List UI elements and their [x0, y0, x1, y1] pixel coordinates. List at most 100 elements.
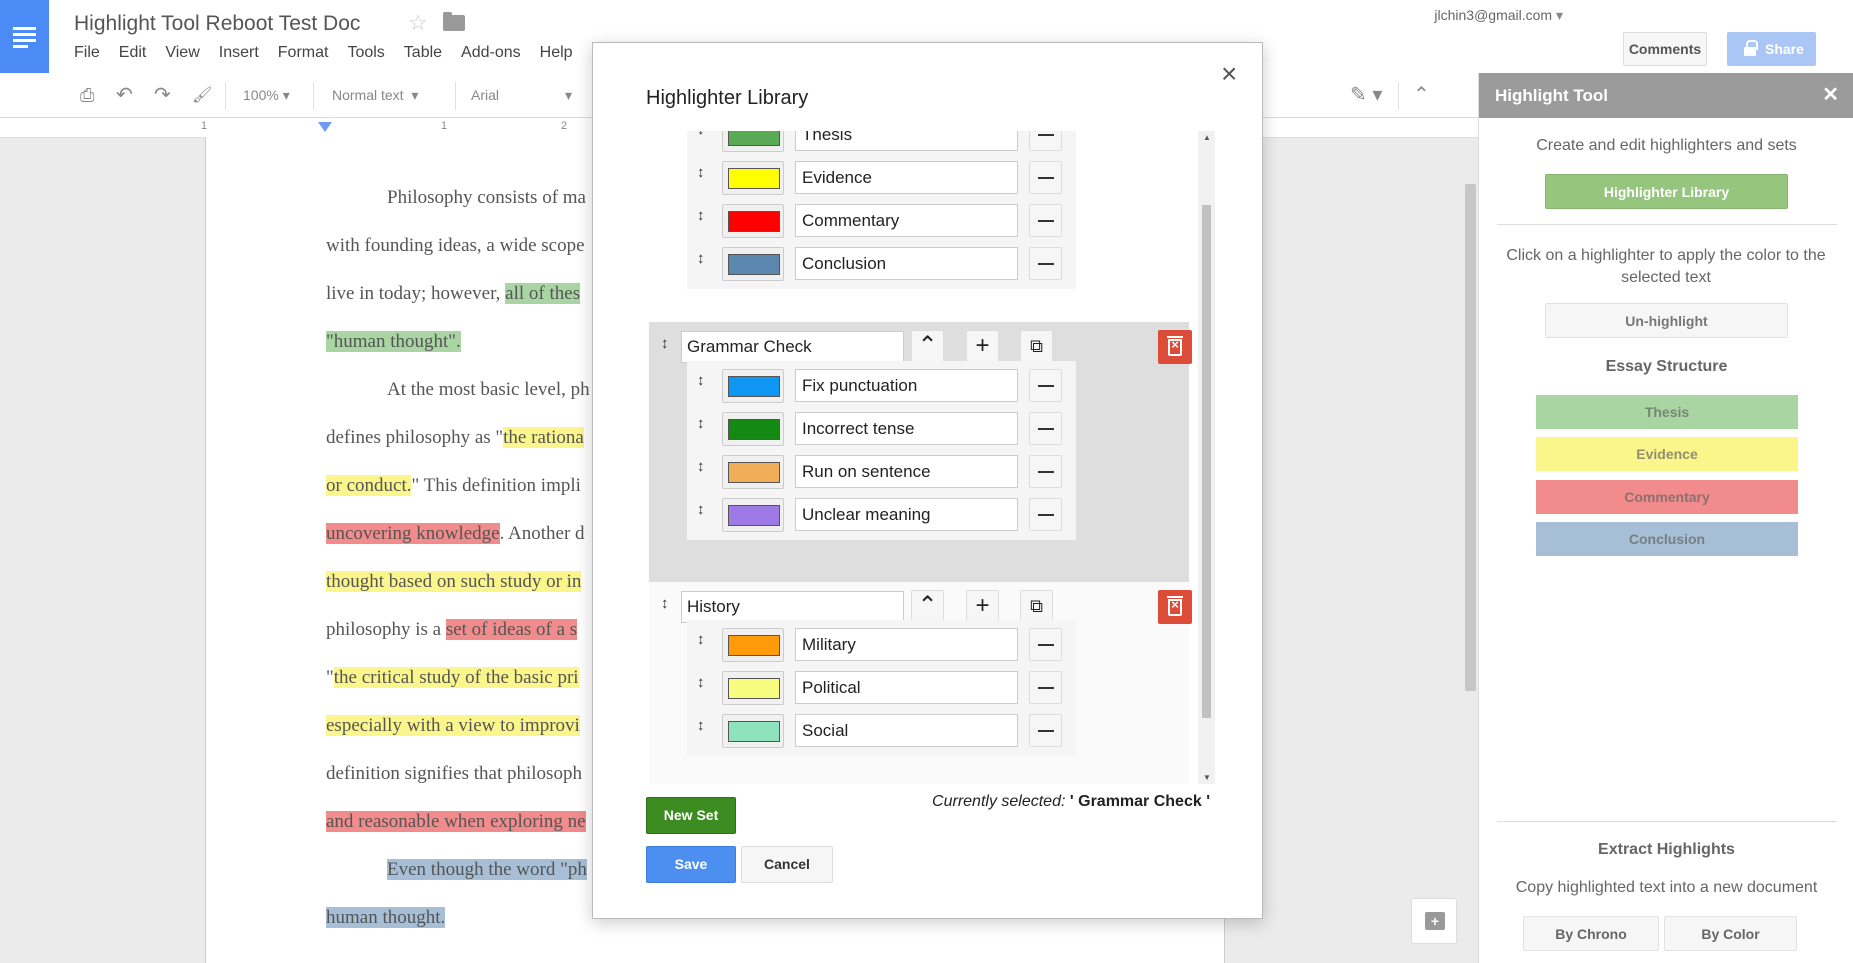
remove-highlighter-button[interactable]	[1029, 498, 1062, 531]
redo-icon[interactable]: ↷	[154, 73, 171, 118]
font-select[interactable]: Arial	[471, 73, 499, 118]
menu-format[interactable]: Format	[278, 44, 329, 62]
document-title[interactable]: Highlight Tool Reboot Test Doc	[74, 12, 360, 36]
remove-highlighter-button[interactable]	[1029, 455, 1062, 488]
close-icon[interactable]: ✕	[1822, 73, 1839, 118]
remove-highlighter-button[interactable]	[1029, 714, 1062, 747]
menu-tools[interactable]: Tools	[347, 44, 384, 62]
share-button[interactable]: Share	[1727, 32, 1816, 66]
color-picker-button[interactable]	[722, 247, 784, 281]
menu-view[interactable]: View	[165, 44, 199, 62]
highlighter-name-field[interactable]: Social	[795, 714, 1018, 747]
drag-handle-icon[interactable]: ↕	[697, 131, 705, 138]
add-comment-button[interactable]: +	[1411, 898, 1457, 944]
highlighter-name-field[interactable]: Run on sentence	[795, 455, 1018, 488]
drag-handle-icon[interactable]: ↕	[697, 164, 705, 181]
print-icon[interactable]: ⎙	[80, 73, 94, 118]
collapse-chevron-icon[interactable]: ⌃	[1413, 73, 1430, 118]
account-switcher[interactable]: jlchin3@gmail.com	[1434, 7, 1563, 24]
color-picker-button[interactable]	[722, 498, 784, 532]
highlighter-name-field[interactable]: Commentary	[795, 204, 1018, 237]
color-picker-button[interactable]	[722, 455, 784, 489]
highlighter-name-field[interactable]: Thesis	[795, 131, 1018, 151]
highlighter-name-field[interactable]: Evidence	[795, 161, 1018, 194]
menu-file[interactable]: File	[74, 44, 100, 62]
remove-highlighter-button[interactable]	[1029, 161, 1062, 194]
color-picker-button[interactable]	[722, 369, 784, 403]
undo-icon[interactable]: ↶	[116, 73, 133, 118]
save-button[interactable]: Save	[646, 846, 736, 883]
indent-marker-icon[interactable]	[318, 122, 332, 132]
document-scrollbar[interactable]	[1465, 184, 1476, 691]
scroll-down-icon[interactable]: ▼	[1203, 773, 1211, 782]
set-name-field[interactable]: History	[681, 591, 904, 623]
scroll-up-icon[interactable]: ▲	[1203, 133, 1211, 142]
color-picker-button[interactable]	[722, 671, 784, 705]
drag-handle-icon[interactable]: ↕	[697, 458, 705, 475]
sets-scrollbar[interactable]: ▲ ▼	[1198, 131, 1215, 784]
color-picker-button[interactable]	[722, 412, 784, 446]
highlighter-name-field[interactable]: Unclear meaning	[795, 498, 1018, 531]
comments-button[interactable]: Comments	[1623, 32, 1707, 66]
highlighter-thesis-button[interactable]: Thesis	[1536, 395, 1798, 429]
star-icon[interactable]: ☆	[408, 10, 428, 36]
new-set-button[interactable]: New Set	[646, 797, 736, 834]
color-picker-button[interactable]	[722, 204, 784, 238]
drag-handle-icon[interactable]: ↕	[661, 595, 669, 612]
color-picker-button[interactable]	[722, 131, 784, 152]
delete-set-button[interactable]	[1158, 590, 1192, 624]
drag-handle-icon[interactable]: ↕	[697, 717, 705, 734]
scroll-thumb[interactable]	[1202, 205, 1211, 718]
drag-handle-icon[interactable]: ↕	[661, 335, 669, 352]
menu-table[interactable]: Table	[404, 44, 442, 62]
remove-highlighter-button[interactable]	[1029, 204, 1062, 237]
style-select[interactable]: Normal text ▾	[332, 73, 418, 118]
drag-handle-icon[interactable]: ↕	[697, 207, 705, 224]
highlighter-name-field[interactable]: Incorrect tense	[795, 412, 1018, 445]
highlighter-evidence-button[interactable]: Evidence	[1536, 437, 1798, 471]
menu-insert[interactable]: Insert	[219, 44, 259, 62]
cancel-button[interactable]: Cancel	[741, 846, 833, 883]
highlighter-commentary-button[interactable]: Commentary	[1536, 480, 1798, 514]
remove-highlighter-button[interactable]	[1029, 628, 1062, 661]
remove-highlighter-button[interactable]	[1029, 369, 1062, 402]
collapse-set-button[interactable]: ⌃	[911, 330, 944, 363]
drag-handle-icon[interactable]: ↕	[697, 250, 705, 267]
highlighter-name-field[interactable]: Fix punctuation	[795, 369, 1018, 402]
copy-set-button[interactable]: ⧉	[1020, 590, 1053, 623]
remove-highlighter-button[interactable]	[1029, 671, 1062, 704]
paint-format-icon[interactable]: 🖌	[192, 73, 212, 118]
drag-handle-icon[interactable]: ↕	[697, 415, 705, 432]
color-picker-button[interactable]	[722, 161, 784, 195]
highlighter-name-field[interactable]: Conclusion	[795, 247, 1018, 280]
remove-highlighter-button[interactable]	[1029, 247, 1062, 280]
add-highlighter-button[interactable]: +	[966, 590, 999, 623]
drag-handle-icon[interactable]: ↕	[697, 674, 705, 691]
add-highlighter-button[interactable]: +	[966, 330, 999, 363]
docs-logo-icon[interactable]	[0, 0, 49, 73]
highlighter-name-field[interactable]: Military	[795, 628, 1018, 661]
folder-icon[interactable]	[443, 12, 465, 31]
drag-handle-icon[interactable]: ↕	[697, 501, 705, 518]
sets-list[interactable]: ↕ Thesis ↕ Evidence ↕ Commentary ↕ Conclusion ↕…	[649, 131, 1209, 784]
color-picker-button[interactable]	[722, 628, 784, 662]
highlighter-library-button[interactable]: Highlighter Library	[1545, 174, 1788, 209]
remove-highlighter-button[interactable]	[1029, 131, 1062, 151]
pencil-icon[interactable]: ✎ ▾	[1350, 73, 1382, 118]
set-name-field[interactable]: Grammar Check	[681, 331, 904, 363]
menu-help[interactable]: Help	[540, 44, 573, 62]
remove-highlighter-button[interactable]	[1029, 412, 1062, 445]
drag-handle-icon[interactable]: ↕	[697, 372, 705, 389]
collapse-set-button[interactable]: ⌃	[911, 590, 944, 623]
delete-set-button[interactable]	[1158, 330, 1192, 364]
close-icon[interactable]: ×	[1221, 60, 1237, 88]
extract-by-chrono-button[interactable]: By Chrono	[1523, 916, 1659, 951]
unhighlight-button[interactable]: Un-highlight	[1545, 303, 1788, 338]
drag-handle-icon[interactable]: ↕	[697, 631, 705, 648]
highlighter-conclusion-button[interactable]: Conclusion	[1536, 522, 1798, 556]
menu-edit[interactable]: Edit	[119, 44, 147, 62]
extract-by-color-button[interactable]: By Color	[1664, 916, 1797, 951]
copy-set-button[interactable]: ⧉	[1020, 330, 1053, 363]
menu-addons[interactable]: Add-ons	[461, 44, 521, 62]
color-picker-button[interactable]	[722, 714, 784, 748]
